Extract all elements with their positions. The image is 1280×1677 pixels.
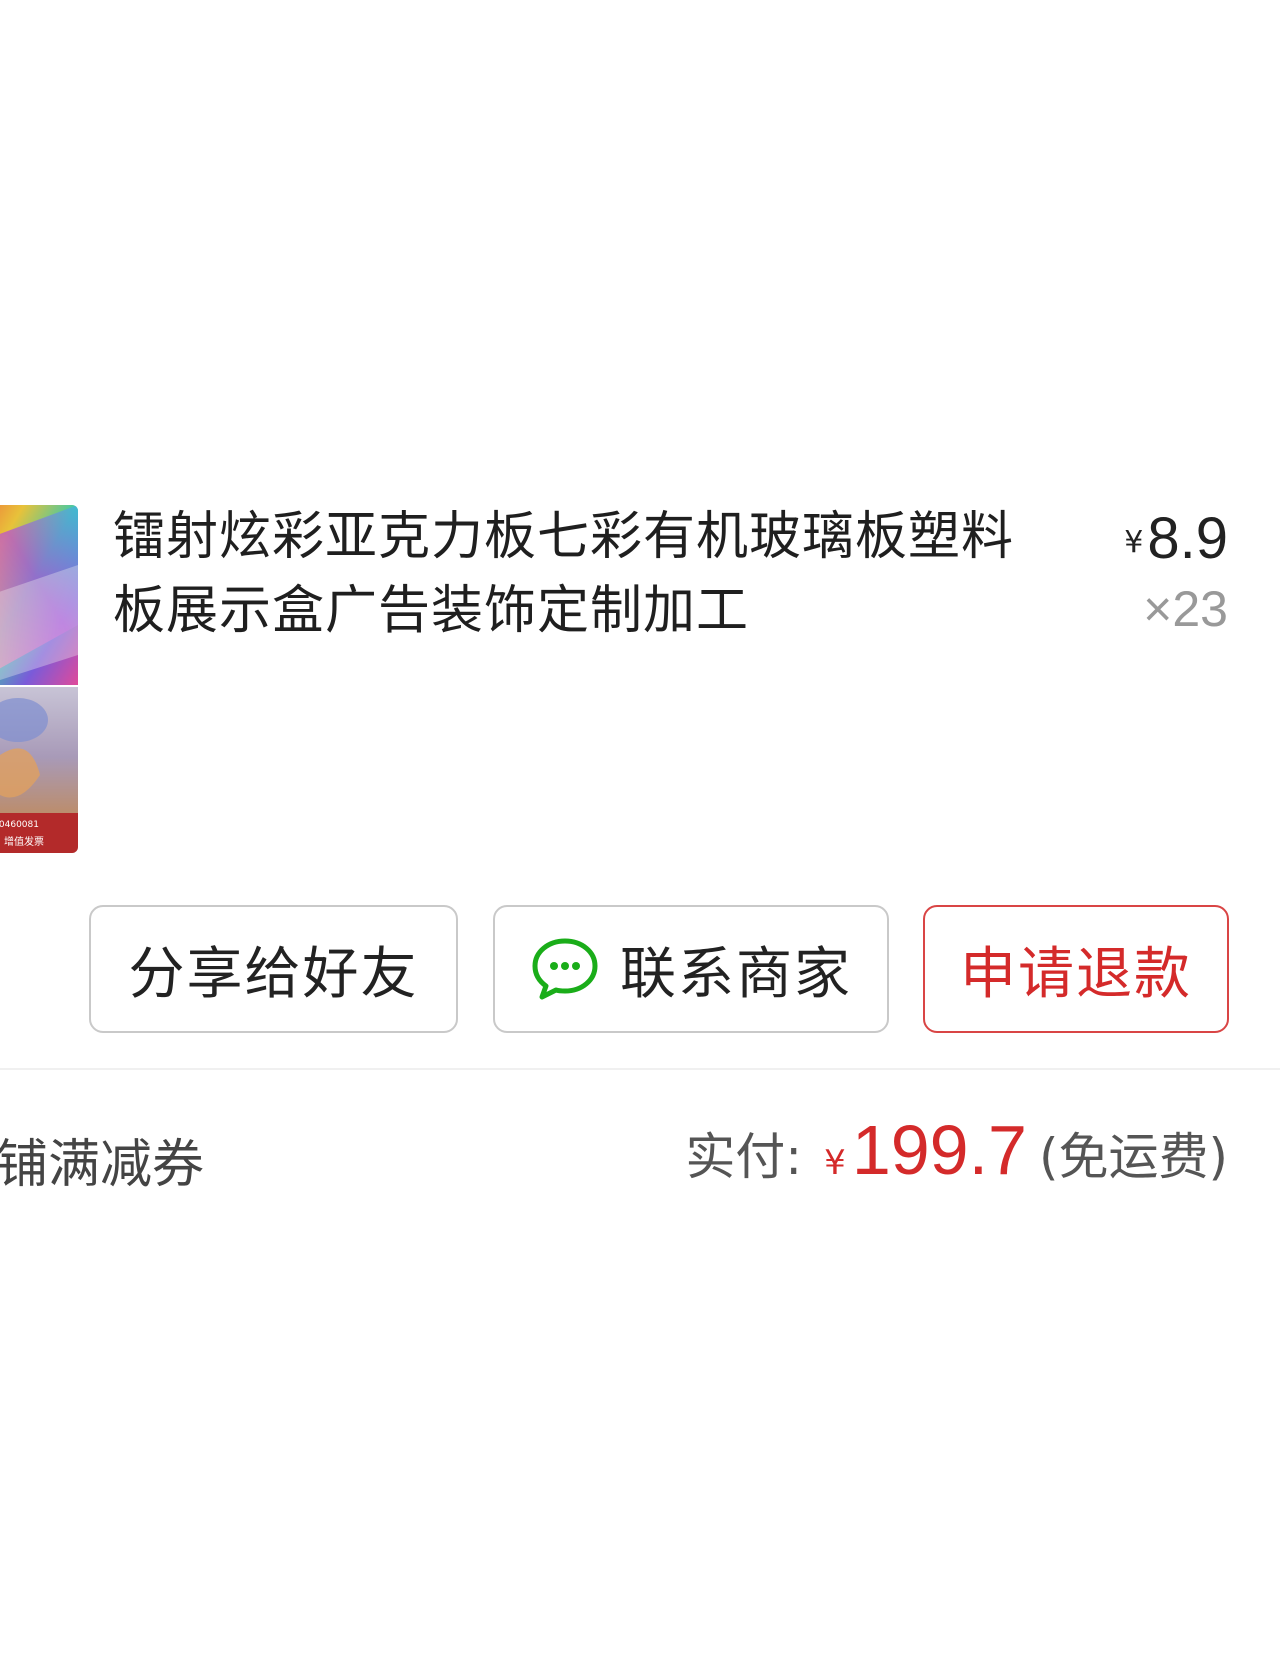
chat-bubble-icon xyxy=(530,936,600,1002)
product-title[interactable]: 镭射炫彩亚克力板七彩有机玻璃板塑料板展示盒广告装饰定制加工 xyxy=(113,500,1033,648)
price-currency-symbol: ¥ xyxy=(1124,525,1144,560)
amount-paid: 实付: ¥ 199.7 (免运费) xyxy=(685,1110,1228,1190)
request-refund-button[interactable]: 申请退款 xyxy=(923,905,1229,1033)
thumbnail-contact-text: 13750460081 xyxy=(0,820,39,830)
thumbnail-caption: 增值发票 xyxy=(4,835,44,848)
share-button[interactable]: 分享给好友 xyxy=(89,905,458,1033)
share-button-label: 分享给好友 xyxy=(128,941,419,1007)
paid-amount: 199.7 xyxy=(851,1111,1027,1189)
product-image: 13750460081 增值发票 xyxy=(0,505,78,853)
request-refund-label: 申请退款 xyxy=(960,941,1192,1007)
paid-currency-symbol: ¥ xyxy=(824,1143,846,1183)
product-thumbnail[interactable]: 13750460081 增值发票 xyxy=(0,505,78,853)
contact-merchant-button[interactable]: 联系商家 xyxy=(493,905,889,1033)
coupon-label[interactable]: 铺满减券 xyxy=(0,1122,204,1197)
shipping-note: (免运费) xyxy=(1038,1128,1228,1186)
price-amount: 8.9 xyxy=(1147,506,1228,571)
contact-merchant-label: 联系商家 xyxy=(620,941,852,1007)
paid-label: 实付: xyxy=(685,1128,803,1186)
unit-price: ¥8.9 xyxy=(1124,505,1228,572)
quantity: ×23 xyxy=(1143,581,1228,637)
divider xyxy=(0,1068,1280,1070)
